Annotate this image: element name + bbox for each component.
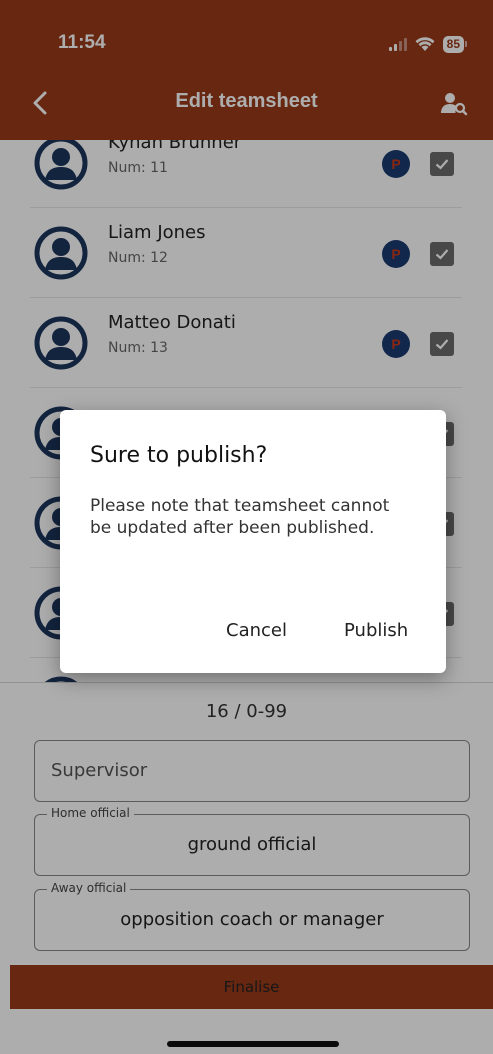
dialog-title: Sure to publish? xyxy=(90,443,268,468)
publish-button[interactable]: Publish xyxy=(344,620,408,641)
publish-dialog: Sure to publish? Please note that teamsh… xyxy=(60,410,446,673)
app: 11:54 85 Edit teamsheet Kynan Brunner Nu… xyxy=(0,0,493,1054)
cancel-button[interactable]: Cancel xyxy=(226,620,287,641)
dialog-message: Please note that teamsheet cannot be upd… xyxy=(90,496,390,538)
